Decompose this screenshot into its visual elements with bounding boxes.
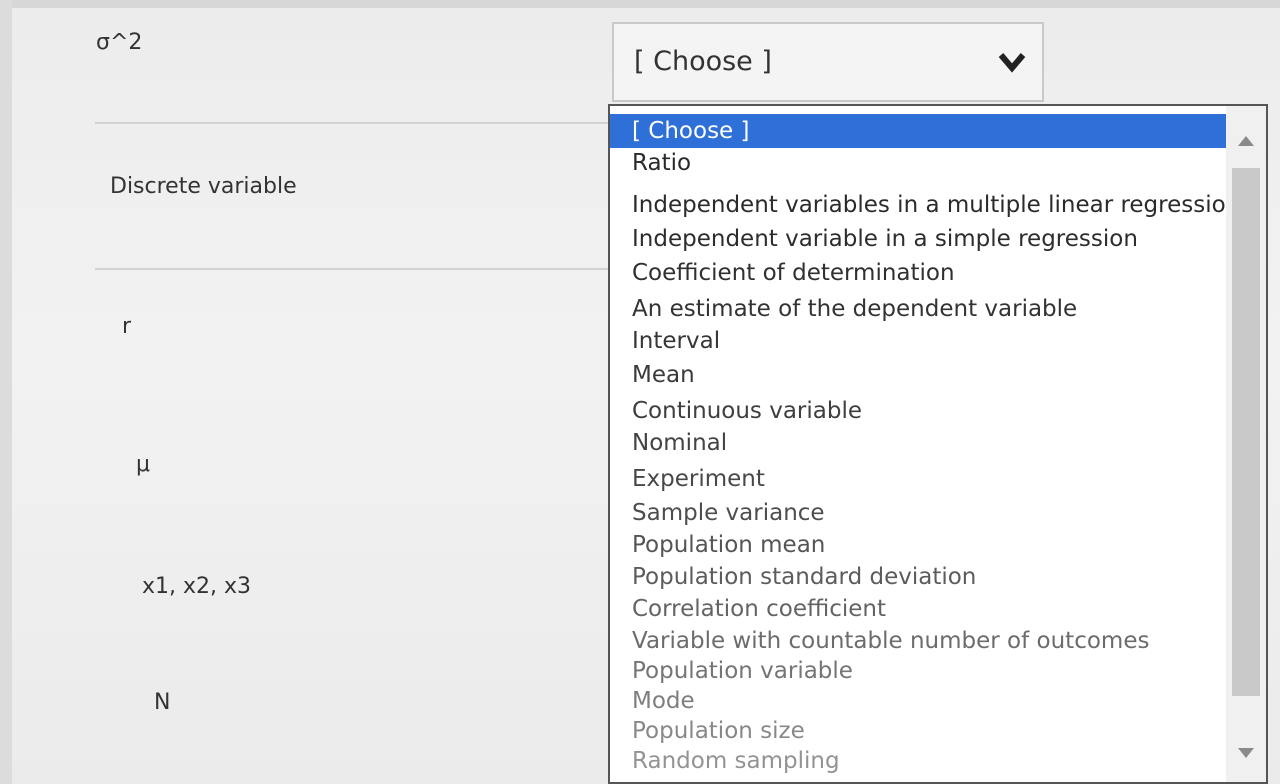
dropdown-option-experiment[interactable]: Experiment <box>610 462 765 496</box>
dropdown-list[interactable]: [ Choose ] Ratio Independent variables i… <box>608 104 1268 784</box>
dropdown-option-mean[interactable]: Mean <box>610 358 695 392</box>
row-divider <box>95 268 615 270</box>
dropdown-option-correlation-coefficient[interactable]: Correlation coefficient <box>610 592 886 626</box>
dropdown-option-nominal[interactable]: Nominal <box>610 426 727 460</box>
dropdown-option-countable-outcomes[interactable]: Variable with countable number of outcom… <box>610 624 1149 658</box>
term-label-mu: μ <box>136 452 150 477</box>
dropdown-scrollbar[interactable] <box>1226 106 1266 782</box>
left-edge <box>0 0 12 784</box>
dropdown-option-population-size[interactable]: Population size <box>610 714 805 748</box>
term-label-x1-x2-x3: x1, x2, x3 <box>142 574 252 599</box>
dropdown-option-ratio[interactable]: Ratio <box>610 146 691 180</box>
row-divider <box>95 122 615 124</box>
dropdown-option-independent-variable-simple[interactable]: Independent variable in a simple regress… <box>610 222 1138 256</box>
dropdown-option-population-mean[interactable]: Population mean <box>610 528 825 562</box>
dropdown-option-random-sampling[interactable]: Random sampling <box>610 744 840 778</box>
term-label-sigma-squared: σ^2 <box>96 30 143 55</box>
scroll-up-arrow-icon[interactable] <box>1234 130 1258 152</box>
dropdown-option-population-standard-deviation[interactable]: Population standard deviation <box>610 560 976 594</box>
answer-select[interactable]: [ Choose ] <box>612 22 1044 102</box>
dropdown-option-interval[interactable]: Interval <box>610 324 720 358</box>
scroll-down-arrow-icon[interactable] <box>1234 742 1258 764</box>
dropdown-option-mode[interactable]: Mode <box>610 684 695 718</box>
term-label-n: N <box>154 690 171 715</box>
chevron-down-icon <box>998 53 1026 73</box>
dropdown-option-coefficient-of-determination[interactable]: Coefficient of determination <box>610 256 955 290</box>
select-value: [ Choose ] <box>634 46 772 77</box>
dropdown-option-sample-variance[interactable]: Sample variance <box>610 496 825 530</box>
dropdown-option-choose[interactable]: [ Choose ] <box>610 114 1232 148</box>
term-label-r: r <box>122 314 132 339</box>
dropdown-option-continuous-variable[interactable]: Continuous variable <box>610 394 862 428</box>
top-band <box>0 0 1280 8</box>
dropdown-option-estimate-dependent-variable[interactable]: An estimate of the dependent variable <box>610 292 1077 326</box>
dropdown-option-independent-variables-multiple[interactable]: Independent variables in a multiple line… <box>610 188 1240 222</box>
dropdown-option-population-variable[interactable]: Population variable <box>610 654 853 688</box>
scrollbar-thumb[interactable] <box>1232 168 1260 696</box>
term-label-discrete-variable: Discrete variable <box>110 174 297 199</box>
